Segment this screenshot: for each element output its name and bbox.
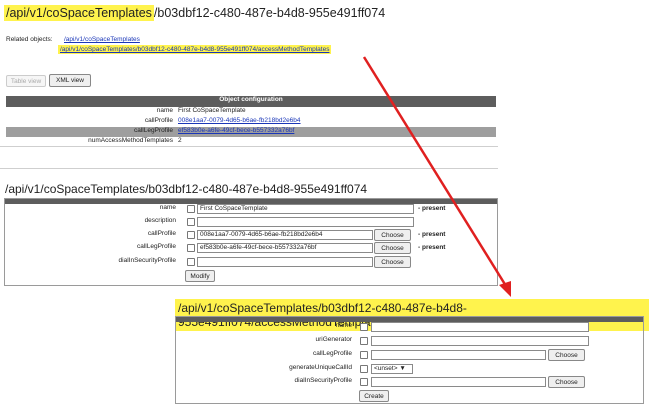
annotation-arrow bbox=[362, 56, 511, 297]
arrow-head bbox=[499, 281, 511, 297]
arrow-shaft bbox=[362, 56, 508, 287]
